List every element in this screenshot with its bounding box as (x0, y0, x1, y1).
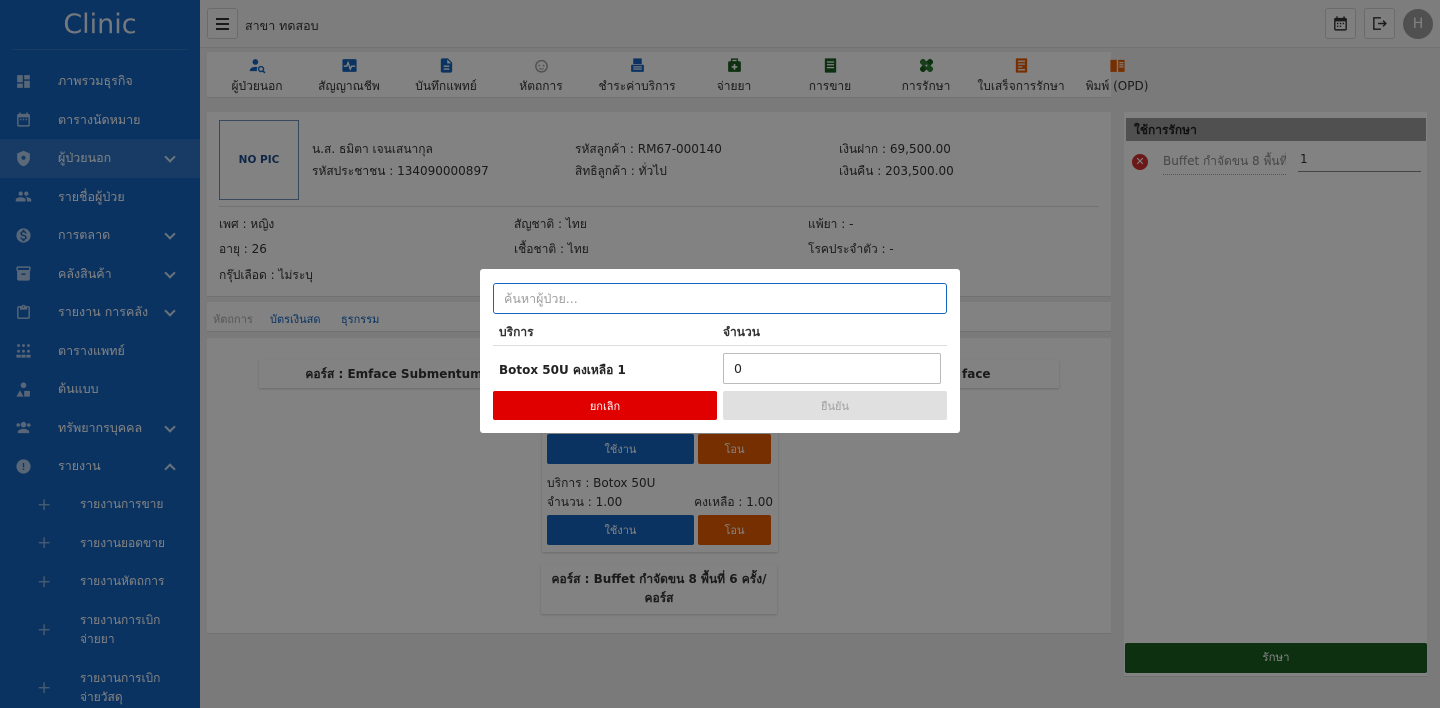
service-item-name: Botox 50U คงเหลือ 1 (499, 363, 626, 377)
use-service-modal: บริการ จำนวน Botox 50U คงเหลือ 1 ยกเลิก … (480, 269, 960, 433)
column-header-service: บริการ (499, 325, 534, 339)
cancel-button[interactable]: ยกเลิก (493, 391, 717, 420)
confirm-button[interactable]: ยืนยัน (723, 391, 947, 420)
quantity-input[interactable] (723, 353, 941, 384)
divider (493, 345, 947, 346)
search-input[interactable] (493, 283, 947, 314)
column-header-quantity: จำนวน (723, 325, 760, 339)
